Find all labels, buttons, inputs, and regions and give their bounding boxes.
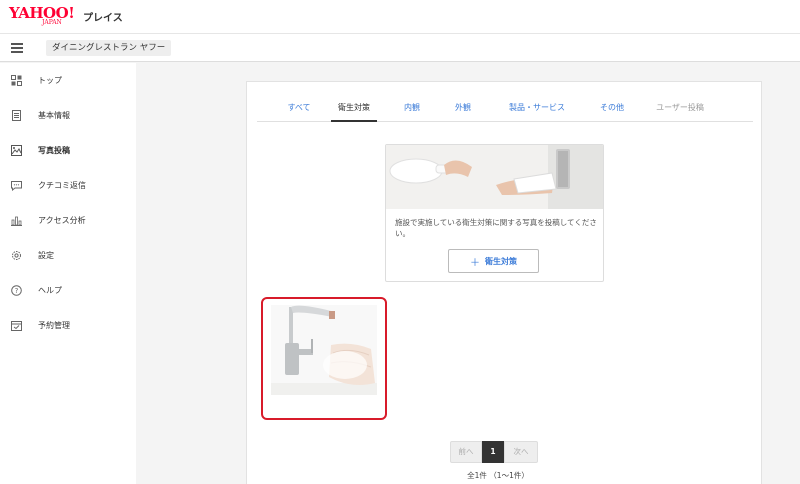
plus-icon: ＋: [470, 257, 480, 269]
hygiene-upload-banner: 施設で実施している衛生対策に関する写真を投稿してください。 ＋ 衛生対策: [385, 144, 604, 282]
sidebar-nav: トップ 基本情報 写真投稿 クチコミ返信 アクセス分析 設定 ? ヘルプ 予約管…: [0, 63, 136, 484]
next-page-button: 次へ: [504, 441, 538, 463]
sidebar-item-label: クチコミ返信: [38, 180, 86, 190]
page-number-current[interactable]: 1: [482, 441, 504, 463]
tab-interior[interactable]: 内観: [397, 97, 427, 122]
sidebar-item-top[interactable]: トップ: [0, 68, 136, 92]
image-icon: [11, 144, 22, 156]
tab-hygiene[interactable]: 衛生対策: [331, 97, 377, 122]
tab-other[interactable]: その他: [594, 97, 630, 122]
help-icon: ?: [11, 284, 22, 296]
sidebar-item-basic-info[interactable]: 基本情報: [0, 103, 136, 127]
chat-icon: [11, 180, 22, 191]
yahoo-japan-logo: YAHOO! JAPAN: [9, 6, 85, 28]
bar-chart-icon: [11, 215, 22, 226]
sidebar-item-label: トップ: [38, 75, 62, 85]
yahoo-place-logo[interactable]: YAHOO! JAPAN プレイス: [9, 6, 123, 28]
document-icon: [11, 109, 22, 121]
top-header: YAHOO! JAPAN プレイス: [0, 0, 800, 34]
add-button-label: 衛生対策: [485, 256, 517, 266]
svg-text:?: ?: [15, 287, 19, 295]
pagination: 前へ 1 次へ: [450, 441, 538, 463]
sidebar-item-reservation[interactable]: 予約管理: [0, 313, 136, 337]
prev-page-button: 前へ: [450, 441, 482, 463]
sidebar-item-label: 設定: [38, 250, 54, 260]
logo-product-name: プレイス: [83, 13, 123, 24]
sidebar-item-settings[interactable]: 設定: [0, 243, 136, 267]
tab-all[interactable]: すべて: [279, 97, 319, 122]
result-count: 全1件 （1〜1件）: [467, 471, 529, 480]
sidebar-item-review-reply[interactable]: クチコミ返信: [0, 173, 136, 197]
tab-products-services[interactable]: 製品・サービス: [502, 97, 572, 122]
uploaded-photo-thumbnail[interactable]: [261, 297, 387, 420]
sidebar-item-label: 予約管理: [38, 320, 70, 330]
sidebar-item-label: 写真投稿: [38, 145, 70, 155]
add-hygiene-photo-button[interactable]: ＋ 衛生対策: [448, 249, 539, 273]
sidebar-item-access-analysis[interactable]: アクセス分析: [0, 208, 136, 232]
gear-icon: [11, 250, 22, 261]
hygiene-wiping-image: [386, 145, 603, 209]
category-tabs: すべて 衛生対策 内観 外観 製品・サービス その他 ユーザー投稿: [257, 97, 753, 122]
sub-header: ダイニングレストラン ヤフー: [0, 34, 800, 62]
tab-exterior[interactable]: 外観: [448, 97, 478, 122]
logo-japan-text: JAPAN: [42, 19, 62, 26]
hamburger-menu-icon[interactable]: [11, 43, 23, 53]
sidebar-item-help[interactable]: ? ヘルプ: [0, 278, 136, 302]
photo-post-card: すべて 衛生対策 内観 外観 製品・サービス その他 ユーザー投稿 施設で実施し…: [246, 81, 762, 484]
handwashing-photo: [271, 305, 377, 412]
tab-user-posts: ユーザー投稿: [656, 103, 704, 112]
banner-description: 施設で実施している衛生対策に関する写真を投稿してください。: [395, 218, 597, 238]
dashboard-icon: [11, 74, 22, 86]
store-name-label: ダイニングレストラン ヤフー: [46, 40, 172, 56]
sidebar-item-photo-post[interactable]: 写真投稿: [0, 138, 136, 162]
calendar-icon: [11, 320, 22, 331]
sidebar-item-label: ヘルプ: [38, 285, 62, 295]
sidebar-item-label: アクセス分析: [38, 215, 86, 225]
sidebar-item-label: 基本情報: [38, 110, 70, 120]
